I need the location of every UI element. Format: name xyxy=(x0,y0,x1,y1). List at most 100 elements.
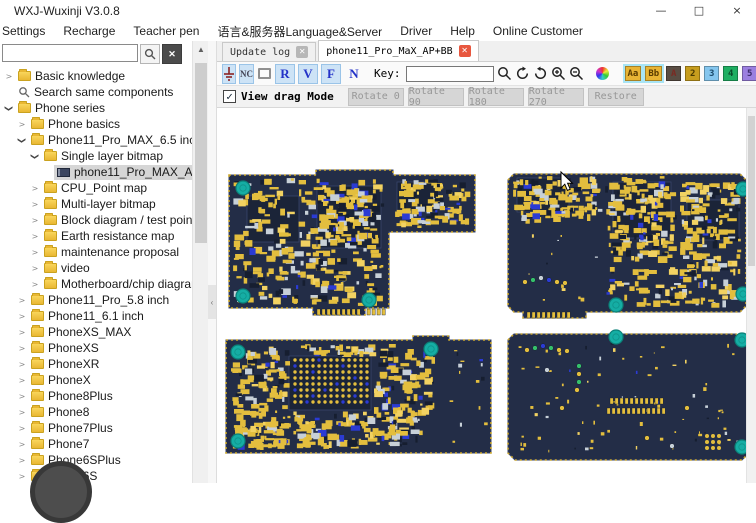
tree-item[interactable]: >PhoneXS_MAX xyxy=(0,324,192,340)
tree-item-body[interactable]: Motherboard/chip diagram xyxy=(41,277,192,292)
sidebar-splitter[interactable]: ‹ xyxy=(208,41,217,483)
tree-item-body[interactable]: Search same components xyxy=(15,85,176,100)
tree-item[interactable]: >Phone8 xyxy=(0,404,192,420)
collapse-sidebar-button[interactable]: ‹ xyxy=(208,285,216,319)
tree-item-body[interactable]: video xyxy=(41,261,93,276)
color-chip-5[interactable]: 5 xyxy=(742,66,756,81)
tree-item[interactable]: >PhoneX xyxy=(0,372,192,388)
scroll-up-icon[interactable]: ▲ xyxy=(193,41,208,57)
color-chip-3[interactable]: 3 xyxy=(704,66,719,81)
tree-item[interactable]: >Phone11_Pro_5.8 inch xyxy=(0,292,192,308)
color-chip-a[interactable]: A xyxy=(666,66,681,81)
color-chip-4[interactable]: 4 xyxy=(723,66,738,81)
tree-item[interactable]: >PhoneXS xyxy=(0,340,192,356)
tree-item[interactable]: >Motherboard/chip diagram xyxy=(0,276,192,292)
layer-button-r[interactable]: R xyxy=(275,64,295,84)
tree-item-body[interactable]: Phone7 xyxy=(28,437,92,452)
chevron-down-icon[interactable]: ❯ xyxy=(5,102,14,114)
key-search-input[interactable] xyxy=(406,66,494,82)
search-go-button[interactable] xyxy=(497,64,512,84)
tree-item-body[interactable]: Phone7Plus xyxy=(28,421,116,436)
menu-item-driver[interactable]: Driver xyxy=(391,24,441,38)
tree-item[interactable]: >Multi-layer bitmap xyxy=(0,196,192,212)
tree-item-body[interactable]: Phone11_Pro_MAX_6.5 inch xyxy=(28,133,192,148)
search-button[interactable] xyxy=(140,44,160,64)
color-chip-bb[interactable]: Bb xyxy=(645,66,662,81)
sidebar-scroll-thumb[interactable] xyxy=(195,63,207,243)
tree-item[interactable]: >Block diagram / test point xyxy=(0,212,192,228)
tree-item-body[interactable]: Phone11_Pro_5.8 inch xyxy=(28,293,172,308)
search-input[interactable] xyxy=(2,44,138,62)
nc-tool-button[interactable]: NC xyxy=(239,64,254,84)
tree-item[interactable]: >Phone basics xyxy=(0,116,192,132)
tree-item-body[interactable]: PhoneX xyxy=(28,373,94,388)
menu-item-online-customer[interactable]: Online Customer xyxy=(484,24,592,38)
rotate-ccw-button[interactable] xyxy=(533,64,548,84)
menu-item-teacher-pen[interactable]: Teacher pen xyxy=(124,24,208,38)
rect-select-button[interactable] xyxy=(257,64,272,84)
layer-button-v[interactable]: V xyxy=(298,64,318,84)
chevron-right-icon[interactable]: > xyxy=(29,216,41,225)
tree-item[interactable]: >maintenance proposal xyxy=(0,244,192,260)
chevron-right-icon[interactable]: > xyxy=(16,440,28,449)
chevron-right-icon[interactable]: > xyxy=(16,472,28,481)
chevron-right-icon[interactable]: > xyxy=(16,296,28,305)
chevron-down-icon[interactable]: ❯ xyxy=(18,134,27,146)
chevron-right-icon[interactable]: > xyxy=(29,264,41,273)
tree-item-body[interactable]: Phone basics xyxy=(28,117,123,132)
tree-item[interactable]: >video xyxy=(0,260,192,276)
tab-close-icon[interactable]: ✕ xyxy=(296,46,308,58)
tree-item[interactable]: >Phone8Plus xyxy=(0,388,192,404)
tree-item-body[interactable]: Phone11_6.1 inch xyxy=(28,309,147,324)
tree-item-body[interactable]: Phone8Plus xyxy=(28,389,116,404)
chevron-right-icon[interactable]: > xyxy=(16,120,28,129)
menu-item-help[interactable]: Help xyxy=(441,24,484,38)
color-picker-button[interactable] xyxy=(596,64,609,84)
rotate-90-button[interactable]: Rotate 90 xyxy=(408,88,464,106)
rotate-180-button[interactable]: Rotate 180 xyxy=(468,88,524,106)
layer-button-n[interactable]: N xyxy=(344,64,364,84)
clear-search-button[interactable]: ✕ xyxy=(162,44,182,64)
rotate-cw-button[interactable] xyxy=(515,64,530,84)
chevron-right-icon[interactable]: > xyxy=(29,248,41,257)
pcb-bitmap[interactable] xyxy=(217,108,756,483)
chevron-right-icon[interactable]: > xyxy=(3,72,15,81)
tree-item-body[interactable]: PhoneXR xyxy=(28,357,102,372)
chevron-right-icon[interactable]: > xyxy=(16,312,28,321)
chevron-right-icon[interactable]: > xyxy=(16,392,28,401)
tree-item-body[interactable]: Earth resistance map xyxy=(41,229,177,244)
pcb-canvas[interactable] xyxy=(217,108,756,483)
tree-item-body[interactable]: PhoneXS_MAX xyxy=(28,325,134,340)
tree-item[interactable]: >Phone6S xyxy=(0,468,192,483)
tree-item[interactable]: Search same components xyxy=(0,84,192,100)
tree-item-body[interactable]: Phone series xyxy=(15,101,108,116)
tree-item[interactable]: >PhoneXR xyxy=(0,356,192,372)
chevron-right-icon[interactable]: > xyxy=(16,424,28,433)
tree-item-body[interactable]: Single layer bitmap xyxy=(41,149,166,164)
tab-close-icon[interactable]: ✕ xyxy=(459,45,471,57)
restore-button[interactable]: Restore xyxy=(588,88,644,106)
rotate-270-button[interactable]: Rotate 270 xyxy=(528,88,584,106)
tree-item[interactable]: >Earth resistance map xyxy=(0,228,192,244)
tree-item[interactable]: ❯Phone11_Pro_MAX_6.5 inch xyxy=(0,132,192,148)
chevron-right-icon[interactable]: > xyxy=(29,232,41,241)
tree-item-body[interactable]: CPU_Point map xyxy=(41,181,150,196)
menu-item-recharge[interactable]: Recharge xyxy=(54,24,124,38)
chevron-right-icon[interactable]: > xyxy=(16,456,28,465)
minimize-button[interactable]: — xyxy=(642,0,680,21)
tab-phone11-pro-max-ap-bb[interactable]: phone11_Pro_MaX_AP+BB✕ xyxy=(318,40,478,61)
chevron-right-icon[interactable]: > xyxy=(16,328,28,337)
sidebar-scrollbar[interactable]: ▲ xyxy=(192,41,208,483)
tree-item-body[interactable]: maintenance proposal xyxy=(41,245,182,260)
tree-item[interactable]: ❯Single layer bitmap xyxy=(0,148,192,164)
menu-item-settings[interactable]: Settings xyxy=(0,24,54,38)
tree-item[interactable]: >Phone11_6.1 inch xyxy=(0,308,192,324)
chevron-right-icon[interactable]: > xyxy=(29,184,41,193)
chevron-right-icon[interactable]: > xyxy=(29,280,41,289)
canvas-scrollbar[interactable] xyxy=(746,108,756,483)
tree-item-body[interactable]: Multi-layer bitmap xyxy=(41,197,159,212)
tree-item-body[interactable]: Basic knowledge xyxy=(15,69,128,84)
tree-item-body[interactable]: phone11_Pro_MAX_AP+BB xyxy=(54,165,192,180)
tree-item-body[interactable]: Phone8 xyxy=(28,405,92,420)
layer-button-f[interactable]: F xyxy=(321,64,341,84)
